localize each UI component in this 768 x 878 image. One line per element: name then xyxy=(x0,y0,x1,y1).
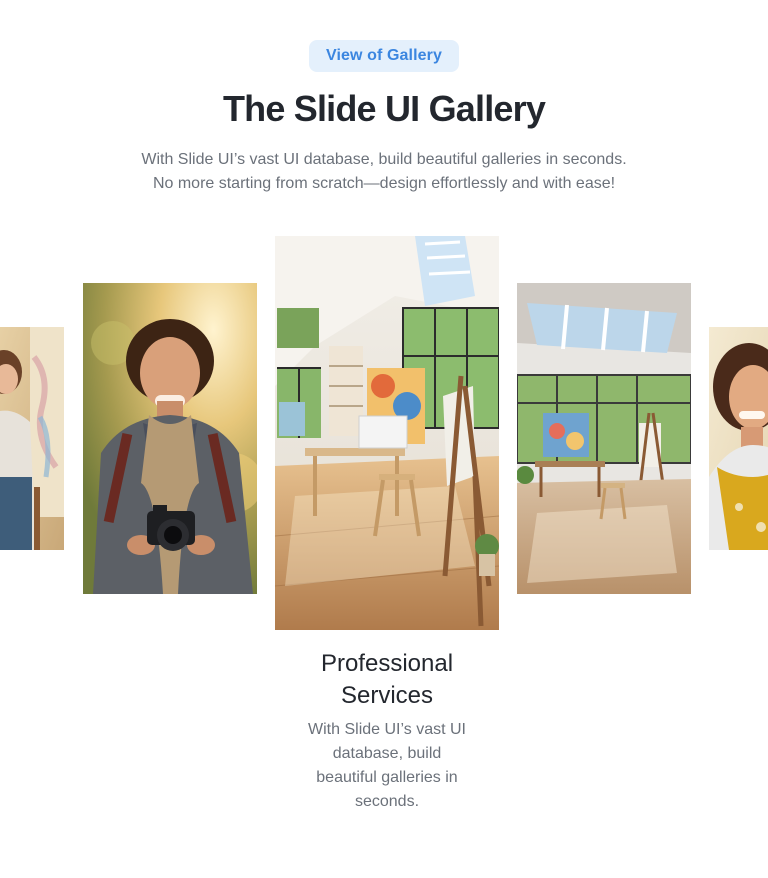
gallery-slide-painter-woman[interactable] xyxy=(0,327,64,550)
card-description-line: beautiful galleries in xyxy=(316,769,458,786)
painter-woman-photo xyxy=(0,327,64,550)
gallery-slide-photographer[interactable] xyxy=(83,283,257,594)
smiling-artist-woman-photo xyxy=(709,327,768,550)
active-card-description: With Slide UI’s vast UI database, build … xyxy=(287,718,487,814)
photographer-man-photo xyxy=(83,283,257,594)
gallery-slide-art-studio[interactable] xyxy=(275,236,499,630)
card-description-line: With Slide UI’s vast UI xyxy=(308,721,466,738)
card-title-line: Professional xyxy=(320,650,454,677)
card-description-line: seconds. xyxy=(354,793,420,810)
art-studio-skylight-photo xyxy=(517,283,691,594)
page-subtitle: With Slide UI’s vast UI database, build … xyxy=(100,148,668,196)
card-title-line: Services xyxy=(340,682,434,709)
active-card-title: Professional Services xyxy=(275,648,499,712)
gallery-slide-smiling-artist[interactable] xyxy=(709,327,768,550)
gallery-badge[interactable]: View of Gallery xyxy=(309,40,459,72)
page-title: The Slide UI Gallery xyxy=(222,88,546,129)
subtitle-line: No more starting from scratch—design eff… xyxy=(152,175,616,192)
card-description-line: database, build xyxy=(332,745,442,762)
subtitle-line: With Slide UI’s vast UI database, build … xyxy=(141,151,627,168)
gallery-slide-art-studio-skylight[interactable] xyxy=(517,283,691,594)
art-studio-photo xyxy=(275,236,499,630)
